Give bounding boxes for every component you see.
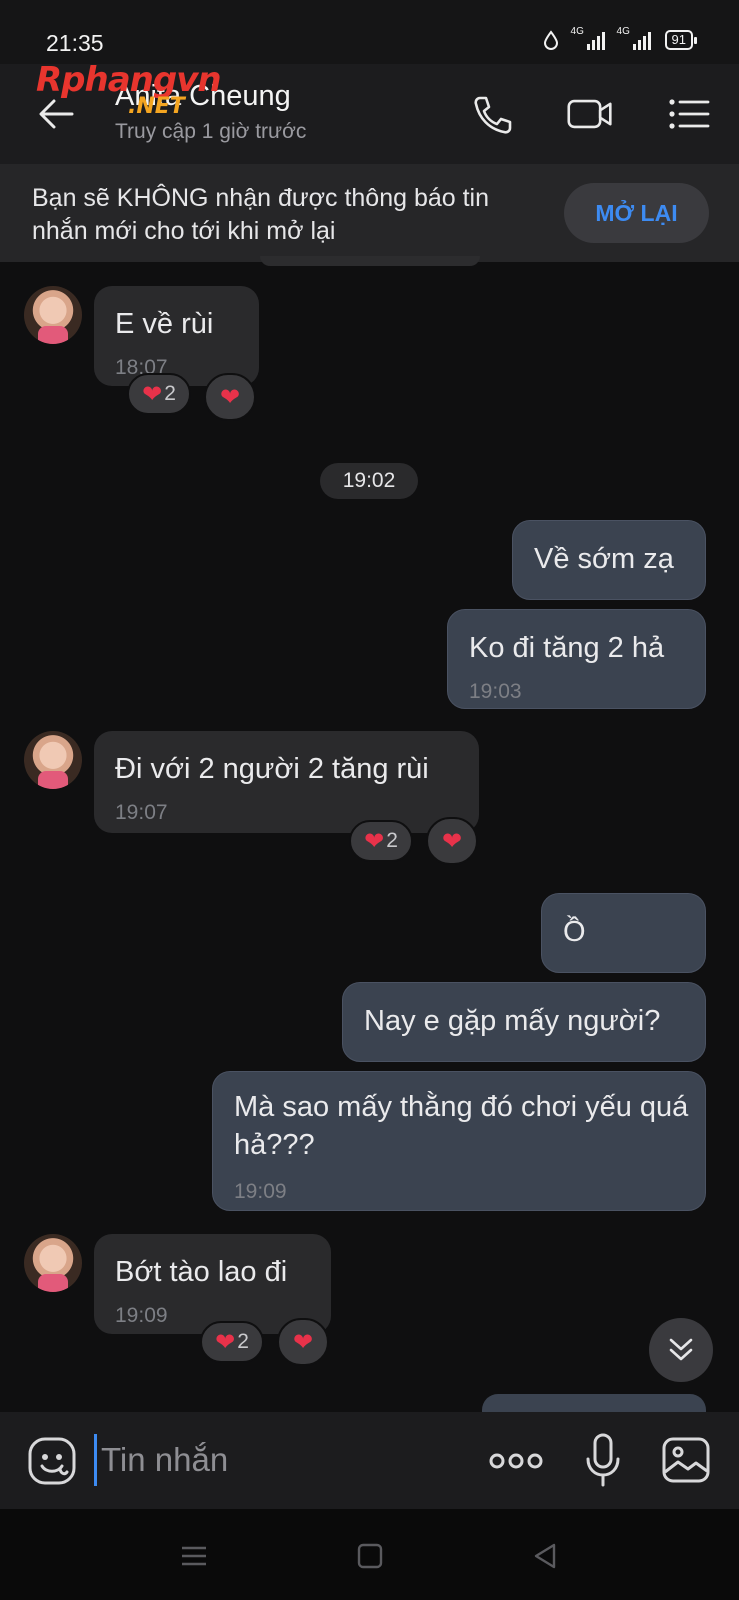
message-text: Ồ: [563, 916, 586, 948]
message-text: Về sớm zạ: [534, 543, 674, 575]
back-nav-icon[interactable]: [530, 1541, 560, 1571]
message-input[interactable]: [94, 1434, 444, 1486]
system-navigation-bar: [0, 1509, 739, 1600]
watermark-logo: Rphangvn .NET: [36, 60, 266, 120]
video-camera-icon[interactable]: [566, 92, 614, 136]
reaction-summary[interactable]: ❤ 2: [200, 1321, 264, 1363]
reaction-count: 2: [164, 382, 176, 405]
status-bar: 21:35 4G 4G 91: [0, 0, 739, 64]
message-text: Ko đi tăng 2 hả: [469, 632, 665, 664]
watermark-sub: .NET: [128, 94, 185, 119]
message-time: 19:03: [469, 680, 522, 703]
heart-icon: ❤: [219, 383, 241, 411]
message-time: 19:07: [115, 801, 168, 824]
heart-react-button[interactable]: ❤: [277, 1318, 329, 1366]
emoji-icon[interactable]: [27, 1436, 77, 1486]
reaction-summary[interactable]: ❤ 2: [127, 373, 191, 415]
outgoing-message[interactable]: Về sớm zạ: [512, 520, 706, 600]
message-text: Bớt tào lao đi: [115, 1256, 288, 1288]
next-message-edge: [482, 1394, 706, 1414]
message-text: Mà sao mấy thằng đó chơi yếu quá hả???: [234, 1091, 689, 1161]
message-text: Đi với 2 người 2 tăng rùi: [115, 753, 429, 785]
more-options-icon[interactable]: [488, 1446, 544, 1476]
heart-icon: ❤: [142, 380, 163, 408]
message-time: 19:09: [115, 1304, 168, 1327]
home-icon[interactable]: [355, 1541, 385, 1571]
scroll-to-bottom-button[interactable]: [649, 1318, 713, 1382]
status-icons: 4G 4G 91: [543, 26, 698, 50]
reopen-notifications-button[interactable]: MỞ LẠI: [564, 183, 709, 243]
menu-list-icon[interactable]: [666, 92, 714, 136]
status-time: 21:35: [46, 30, 104, 56]
heart-icon: ❤: [215, 1328, 236, 1356]
mute-notice-banner: Bạn sẽ KHÔNG nhận được thông báo tin nhắ…: [0, 164, 739, 262]
message-composer: [0, 1412, 739, 1509]
last-seen-status: Truy cập 1 giờ trước: [115, 120, 307, 143]
data-saver-icon: [543, 30, 558, 50]
incoming-message[interactable]: E về rùi 18:07: [94, 286, 259, 386]
phone-icon[interactable]: [468, 92, 516, 136]
avatar[interactable]: [24, 286, 82, 344]
heart-icon: ❤: [364, 827, 385, 855]
heart-react-button[interactable]: ❤: [204, 373, 256, 421]
outgoing-message[interactable]: Ồ: [541, 893, 706, 973]
microphone-icon[interactable]: [583, 1432, 623, 1488]
avatar[interactable]: [24, 731, 82, 789]
outgoing-message[interactable]: Nay e gặp mấy người?: [342, 982, 706, 1062]
message-text: E về rùi: [115, 308, 214, 340]
chat-header: Anita Cheung Truy cập 1 giờ trước Rphang…: [0, 60, 739, 164]
image-icon[interactable]: [661, 1436, 711, 1484]
outgoing-message[interactable]: Mà sao mấy thằng đó chơi yếu quá hả??? 1…: [212, 1071, 706, 1211]
recent-apps-icon[interactable]: [179, 1541, 209, 1571]
signal-icon-2: 4G: [617, 26, 651, 50]
mute-notice-text: Bạn sẽ KHÔNG nhận được thông báo tin nhắ…: [32, 184, 490, 245]
heart-react-button[interactable]: ❤: [426, 817, 478, 865]
battery-icon: 91: [664, 30, 698, 50]
reaction-summary[interactable]: ❤ 2: [349, 820, 413, 862]
message-text: Nay e gặp mấy người?: [364, 1005, 661, 1037]
message-time: 19:09: [234, 1180, 287, 1203]
reaction-count: 2: [386, 829, 398, 852]
incoming-message[interactable]: Đi với 2 người 2 tăng rùi 19:07: [94, 731, 479, 833]
previous-bubble-edge: [260, 256, 480, 266]
heart-icon: ❤: [292, 1328, 314, 1356]
signal-icon-1: 4G: [571, 26, 605, 50]
outgoing-message[interactable]: Ko đi tăng 2 hả 19:03: [447, 609, 706, 709]
heart-icon: ❤: [441, 827, 463, 855]
avatar[interactable]: [24, 1234, 82, 1292]
date-separator: 19:02: [320, 463, 418, 499]
reaction-count: 2: [237, 1330, 249, 1353]
double-chevron-down-icon: [669, 1338, 693, 1361]
